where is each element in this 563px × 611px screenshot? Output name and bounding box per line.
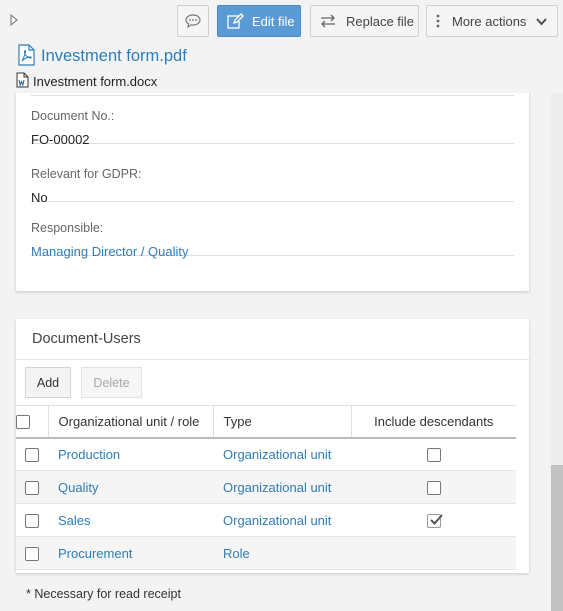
- table-row[interactable]: Procurement Role: [16, 536, 516, 570]
- type-link[interactable]: Organizational unit: [213, 503, 351, 537]
- responsible-field: Responsible: Managing Director / Quality: [31, 221, 514, 259]
- comment-icon: [184, 13, 202, 29]
- document-users-table: Organizational unit / role Type Include …: [16, 405, 516, 570]
- responsible-label: Responsible:: [31, 221, 104, 235]
- type-link[interactable]: Organizational unit: [213, 437, 351, 471]
- more-actions-label: More actions: [452, 13, 527, 29]
- pdf-file-link[interactable]: Investment form.pdf: [16, 44, 187, 69]
- edit-file-label: Edit file: [252, 13, 295, 29]
- unit-role-link[interactable]: Quality: [48, 470, 213, 504]
- checkmark-icon: [429, 514, 443, 525]
- include-descendants-cell: [351, 503, 516, 537]
- include-descendants-checkbox[interactable]: [426, 513, 443, 528]
- column-header-include-descendants[interactable]: Include descendants: [351, 405, 516, 439]
- delete-button[interactable]: Delete: [81, 367, 142, 398]
- type-link[interactable]: Organizational unit: [213, 470, 351, 504]
- replace-file-button[interactable]: Replace file: [310, 5, 419, 37]
- document-number-field: Document No.: FO-00002: [31, 109, 514, 147]
- scrollbar[interactable]: [551, 93, 563, 611]
- include-descendants-cell: [351, 437, 516, 471]
- document-users-title: Document-Users: [32, 331, 141, 347]
- row-select-cell: [16, 470, 48, 504]
- caret-down-icon: [536, 14, 548, 29]
- table-row[interactable]: Sales Organizational unit: [16, 503, 516, 537]
- gdpr-label: Relevant for GDPR:: [31, 167, 142, 181]
- row-select-cell: [16, 503, 48, 537]
- document-number-label: Document No.:: [31, 109, 115, 123]
- comment-button[interactable]: [177, 5, 209, 37]
- row-select-cell: [16, 536, 48, 570]
- table-row[interactable]: Quality Organizational unit: [16, 470, 516, 504]
- type-link[interactable]: Role: [213, 536, 351, 570]
- table-row[interactable]: Production Organizational unit: [16, 437, 516, 471]
- include-descendants-checkbox[interactable]: [426, 480, 441, 495]
- responsible-link[interactable]: Managing Director / Quality: [31, 244, 514, 259]
- unit-role-link[interactable]: Sales: [48, 503, 213, 537]
- edit-icon: [226, 12, 244, 30]
- gdpr-value: No: [31, 190, 48, 205]
- row-select-checkbox[interactable]: [25, 513, 39, 528]
- divider: [16, 359, 529, 360]
- row-select-checkbox[interactable]: [25, 480, 39, 495]
- row-select-checkbox[interactable]: [25, 546, 39, 561]
- divider: [31, 93, 514, 96]
- word-doc-icon: [16, 72, 29, 91]
- kebab-icon: [436, 14, 440, 28]
- docx-file-name: Investment form.docx: [33, 74, 158, 89]
- select-all-checkbox[interactable]: [16, 415, 30, 430]
- read-receipt-footnote: * Necessary for read receipt: [26, 587, 181, 601]
- unit-role-link[interactable]: Procurement: [48, 536, 213, 570]
- include-descendants-cell: [351, 536, 516, 570]
- row-select-checkbox[interactable]: [25, 448, 39, 463]
- document-metadata-card: Document No.: FO-00002 Relevant for GDPR…: [16, 93, 529, 291]
- document-users-card: Document-Users Add Delete Organizational…: [16, 319, 529, 573]
- row-select-cell: [16, 437, 48, 471]
- include-descendants-checkbox[interactable]: [426, 448, 441, 463]
- more-actions-button[interactable]: More actions: [426, 5, 558, 37]
- pdf-file-name: Investment form.pdf: [41, 47, 187, 65]
- column-header-unit-role[interactable]: Organizational unit / role: [48, 405, 214, 439]
- toolbar: Edit file Replace file More actions: [0, 0, 563, 42]
- expand-panel-icon[interactable]: [10, 13, 18, 29]
- docx-file-link[interactable]: Investment form.docx: [16, 72, 157, 91]
- select-all-cell: [16, 405, 49, 439]
- add-button[interactable]: Add: [25, 367, 71, 398]
- gdpr-field: Relevant for GDPR: No: [31, 167, 514, 205]
- replace-file-label: Replace file: [346, 13, 414, 29]
- swap-icon: [319, 14, 337, 28]
- column-header-type[interactable]: Type: [213, 405, 352, 439]
- pdf-icon: [16, 44, 36, 69]
- include-descendants-cell: [351, 470, 516, 504]
- scrollbar-thumb[interactable]: [551, 465, 563, 611]
- document-number-value: FO-00002: [31, 132, 90, 147]
- edit-file-button[interactable]: Edit file: [217, 5, 301, 37]
- table-header-row: Organizational unit / role Type Include …: [16, 405, 516, 439]
- unit-role-link[interactable]: Production: [48, 437, 213, 471]
- details-scroll-area[interactable]: Document No.: FO-00002 Relevant for GDPR…: [0, 93, 563, 611]
